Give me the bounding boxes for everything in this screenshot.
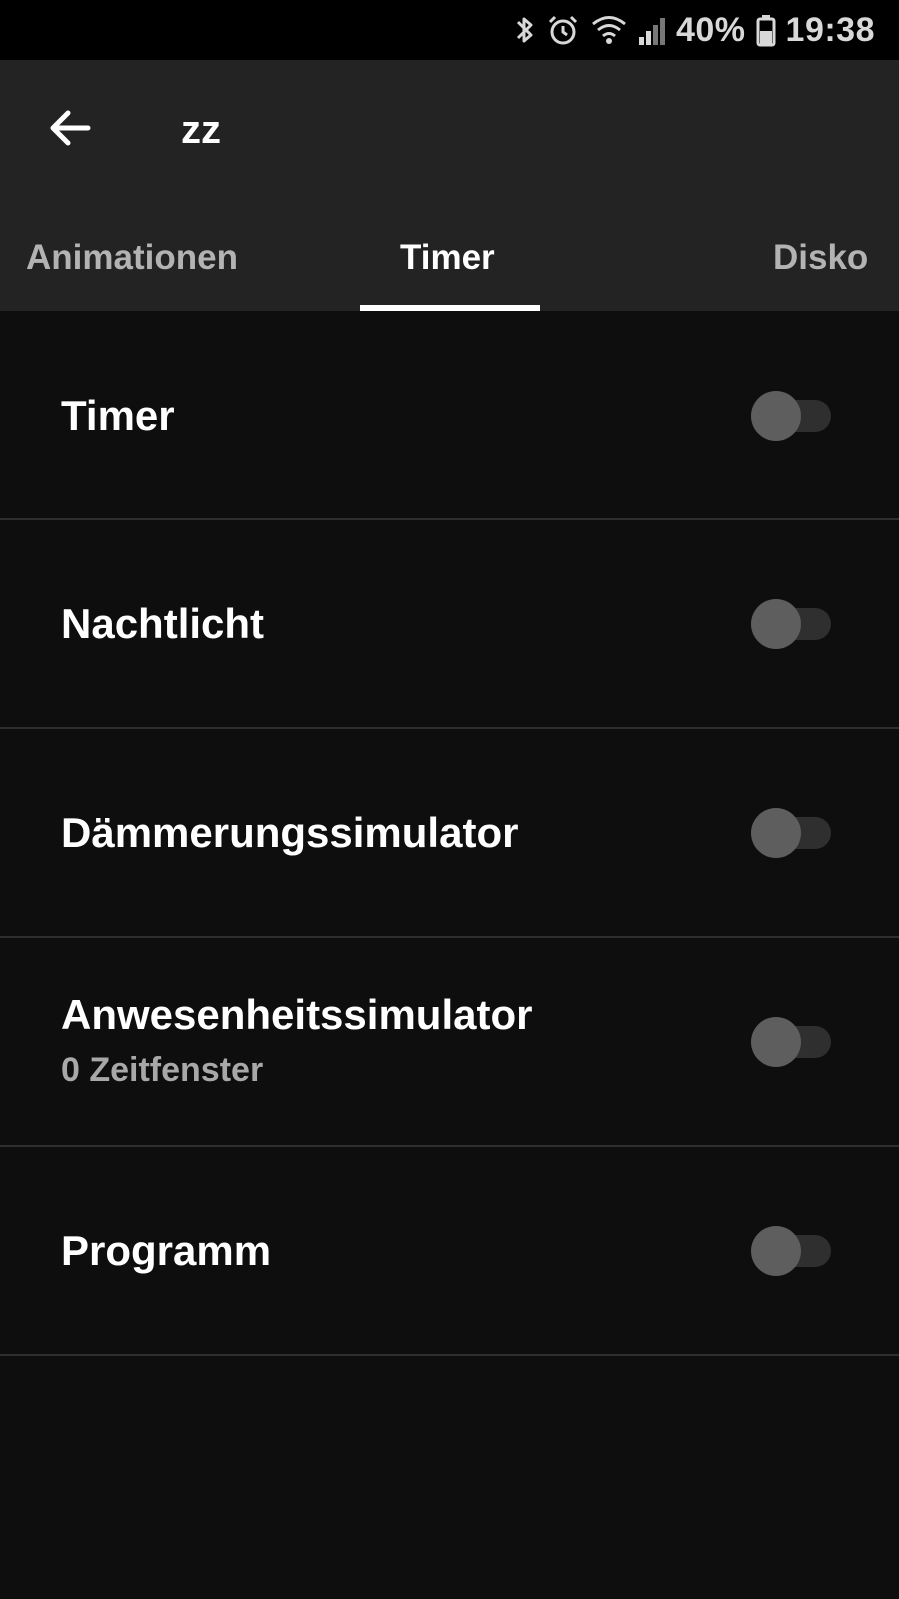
switch-thumb xyxy=(751,1226,801,1276)
programm-toggle[interactable] xyxy=(751,1226,831,1276)
tab-timer[interactable]: Timer xyxy=(400,238,495,278)
battery-icon xyxy=(756,13,776,47)
list-item-nachtlicht[interactable]: Nachtlicht xyxy=(0,520,899,729)
nachtlicht-toggle[interactable] xyxy=(751,599,831,649)
alarm-icon xyxy=(546,13,580,47)
signal-icon xyxy=(638,13,666,47)
status-bar: 40% 19:38 xyxy=(0,0,899,60)
list-item-programm[interactable]: Programm xyxy=(0,1147,899,1356)
app-bar: zz xyxy=(0,60,899,210)
back-button[interactable] xyxy=(30,90,110,170)
switch-thumb xyxy=(751,391,801,441)
list-item-subtitle: 0 Zeitfenster xyxy=(61,1051,264,1089)
daemmerungssimulator-toggle[interactable] xyxy=(751,808,831,858)
list-item-label: Programm xyxy=(61,1227,272,1274)
clock: 19:38 xyxy=(785,10,875,49)
list-item-label: Anwesenheitssimulator xyxy=(61,991,533,1038)
list-item-anwesenheitssimulator[interactable]: Anwesenheitssimulator 0 Zeitfenster xyxy=(0,938,899,1147)
settings-list: Timer Nachtlicht Dämmerungssimulator Anw… xyxy=(0,311,899,1356)
list-item-timer[interactable]: Timer xyxy=(0,311,899,520)
timer-toggle[interactable] xyxy=(751,391,831,441)
switch-thumb xyxy=(751,808,801,858)
switch-thumb xyxy=(751,599,801,649)
tab-bar: Animationen Timer Disko xyxy=(0,210,899,311)
list-item-daemmerungssimulator[interactable]: Dämmerungssimulator xyxy=(0,729,899,938)
arrow-left-icon xyxy=(48,108,92,153)
bluetooth-icon xyxy=(514,13,536,47)
list-item-label: Nachtlicht xyxy=(61,600,265,647)
switch-thumb xyxy=(751,1017,801,1067)
wifi-icon xyxy=(590,13,628,47)
tab-animationen[interactable]: Animationen xyxy=(26,238,238,278)
battery-percent: 40% xyxy=(675,10,746,49)
anwesenheitssimulator-toggle[interactable] xyxy=(751,1017,831,1067)
list-item-label: Timer xyxy=(61,392,175,439)
page-title: zz xyxy=(181,108,221,152)
list-item-label: Dämmerungssimulator xyxy=(61,809,519,856)
tab-disko[interactable]: Disko xyxy=(773,238,868,278)
